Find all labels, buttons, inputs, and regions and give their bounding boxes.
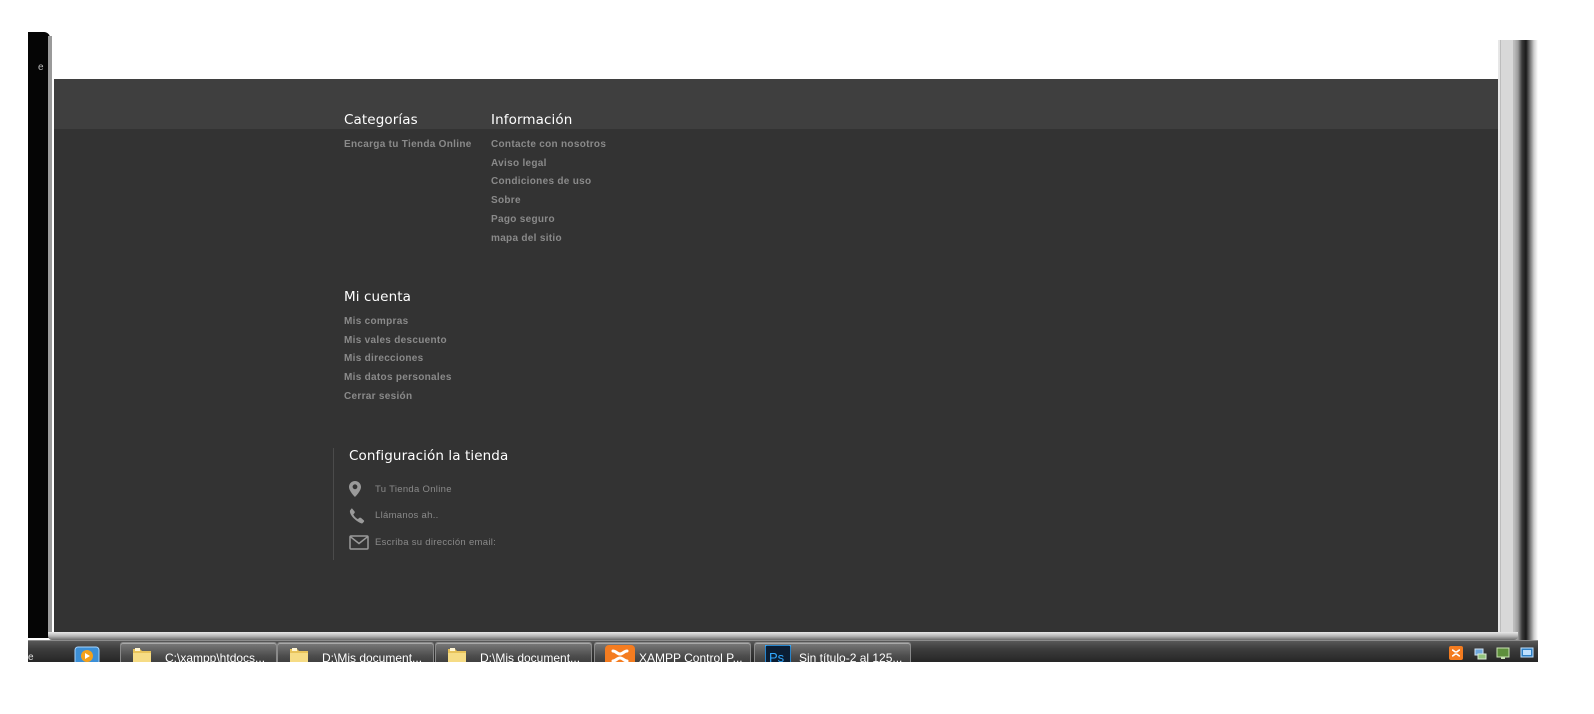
cuenta-link-direcciones[interactable]: Mis direcciones: [344, 350, 452, 369]
envelope-icon: [349, 535, 375, 550]
footer-block-mi-cuenta: Mi cuenta Mis compras Mis vales descuent…: [344, 289, 452, 407]
info-link-pago-seguro[interactable]: Pago seguro: [491, 211, 606, 230]
taskbar-item-htdocs[interactable]: C:\xampp\htdocs...: [120, 642, 277, 662]
contact-email-row: Escriba su dirección email:: [349, 529, 508, 556]
left-edge-text: e: [38, 62, 44, 73]
media-player-icon[interactable]: [74, 644, 100, 662]
taskbar-top-edge: [28, 640, 1538, 641]
taskbar-item-xampp[interactable]: XAMPP Control P...: [594, 642, 751, 662]
windows-taskbar: e C:\xampp\htdocs... D:\Mis document... …: [28, 640, 1538, 662]
cuenta-link-datos[interactable]: Mis datos personales: [344, 369, 452, 388]
taskbar-item-label: XAMPP Control P...: [639, 651, 743, 662]
info-link-sobre[interactable]: Sobre: [491, 192, 606, 211]
footer-block-informacion: Información Contacte con nosotros Aviso …: [491, 112, 606, 248]
info-link-mapa-sitio[interactable]: mapa del sitio: [491, 230, 606, 249]
left-window-border: [48, 36, 52, 636]
start-button-label[interactable]: e: [28, 652, 34, 662]
info-link-contacte[interactable]: Contacte con nosotros: [491, 136, 606, 155]
map-marker-icon: [349, 481, 375, 498]
contact-address: Tu Tienda Online: [375, 483, 452, 495]
contact-phone: Llámanos ah..: [375, 510, 439, 522]
taskbar-item-documents-2[interactable]: D:\Mis document...: [435, 642, 592, 662]
taskbar-item-photoshop[interactable]: Ps Sin título-2 al 125...: [754, 642, 911, 662]
contact-address-row: Tu Tienda Online: [349, 476, 508, 503]
mi-cuenta-title: Mi cuenta: [344, 289, 411, 305]
info-link-condiciones[interactable]: Condiciones de uso: [491, 173, 606, 192]
monitor-tray-icon[interactable]: [1520, 646, 1534, 660]
photoshop-icon: Ps: [764, 644, 792, 662]
taskbar-item-label: Sin título-2 al 125...: [799, 651, 903, 662]
info-link-aviso-legal[interactable]: Aviso legal: [491, 155, 606, 174]
contact-email[interactable]: Escriba su dirección email:: [375, 537, 496, 548]
contact-phone-row: Llámanos ah..: [349, 503, 508, 530]
folder-icon: [131, 645, 153, 662]
left-window-frame: [28, 32, 50, 638]
configuracion-title: Configuración la tienda: [349, 448, 509, 464]
cuenta-link-cerrar-sesion[interactable]: Cerrar sesión: [344, 388, 452, 407]
folder-icon: [446, 645, 468, 662]
footer-block-configuracion: Configuración la tienda Tu Tienda Online…: [333, 448, 508, 560]
phone-icon: [349, 508, 375, 524]
xampp-tray-icon[interactable]: [1449, 646, 1463, 660]
cuenta-link-compras[interactable]: Mis compras: [344, 313, 452, 332]
categorias-title: Categorías: [344, 112, 418, 128]
site-footer: Categorías Encarga tu Tienda Online Info…: [54, 79, 1498, 633]
informacion-title: Información: [491, 112, 573, 128]
taskbar-item-label: D:\Mis document...: [322, 651, 423, 662]
network-tray-icon[interactable]: [1473, 646, 1487, 660]
folder-icon: [288, 645, 310, 662]
categorias-link[interactable]: Encarga tu Tienda Online: [344, 136, 472, 155]
xampp-icon: [605, 645, 635, 662]
taskbar-item-label: C:\xampp\htdocs...: [165, 651, 266, 662]
svg-text:Ps: Ps: [769, 650, 785, 662]
window-bottom-frame: [48, 632, 1518, 640]
footer-top-band: [54, 79, 1498, 129]
cuenta-link-vales[interactable]: Mis vales descuento: [344, 332, 452, 351]
taskbar-item-documents-1[interactable]: D:\Mis document...: [277, 642, 434, 662]
vertical-scrollbar[interactable]: [1500, 40, 1514, 632]
display-tray-icon[interactable]: [1496, 646, 1510, 660]
taskbar-item-label: D:\Mis document...: [480, 651, 581, 662]
footer-block-categorias: Categorías Encarga tu Tienda Online: [344, 112, 472, 155]
